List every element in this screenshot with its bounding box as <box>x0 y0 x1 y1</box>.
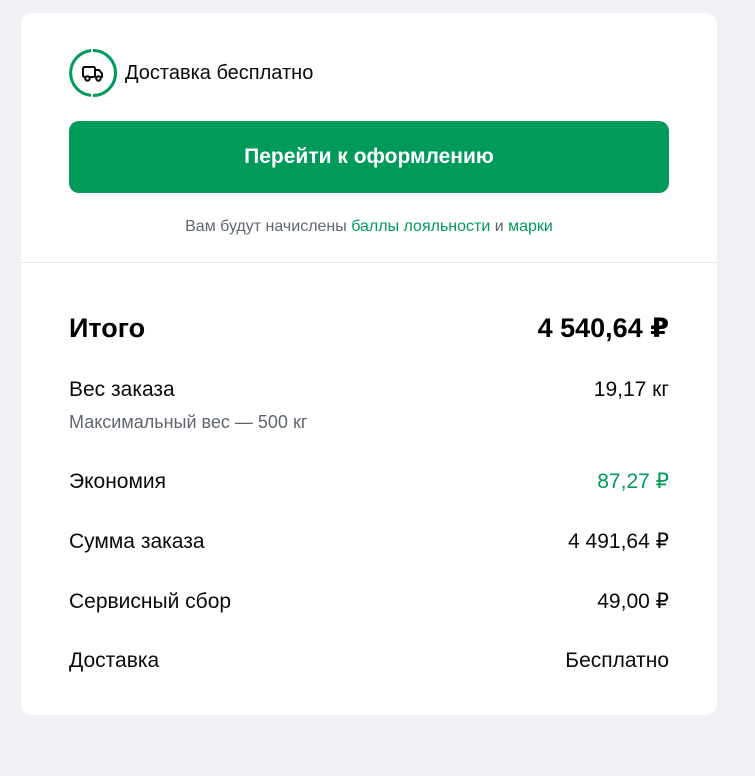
delivery-status-label: Доставка бесплатно <box>125 61 314 84</box>
total-row: Итого 4 540,64 ₽ <box>69 313 669 344</box>
shipping-row: Доставка Бесплатно <box>69 649 669 673</box>
max-weight-hint: Максимальный вес — 500 кг <box>69 412 308 432</box>
service-fee-label: Сервисный сбор <box>69 590 232 613</box>
order-sum-value: 4 491,64 ₽ <box>568 530 669 553</box>
shipping-value: Бесплатно <box>565 649 669 672</box>
bonus-note-prefix: Вам будут начислены <box>185 218 347 235</box>
divider <box>21 262 717 263</box>
bonus-note-conjunction: и <box>494 218 504 235</box>
weight-label: Вес заказа <box>69 378 175 401</box>
total-value: 4 540,64 ₽ <box>537 313 669 343</box>
checkout-button[interactable]: Перейти к оформлению <box>69 121 669 193</box>
order-sum-label: Сумма заказа <box>69 530 205 553</box>
service-fee-row: Сервисный сбор 49,00 ₽ <box>69 589 669 614</box>
saving-row: Экономия 87,27 ₽ <box>69 469 669 494</box>
order-summary-card: Доставка бесплатно Перейти к оформлению … <box>21 13 717 715</box>
weight-row: Вес заказа 19,17 кг <box>69 378 669 402</box>
truck-icon <box>69 49 117 97</box>
bonus-note: Вам будут начислены баллы лояльности и м… <box>21 218 717 236</box>
saving-label: Экономия <box>69 470 167 493</box>
loyalty-points-link[interactable]: баллы лояльности <box>351 218 490 235</box>
order-sum-row: Сумма заказа 4 491,64 ₽ <box>69 529 669 554</box>
free-delivery-badge: Доставка бесплатно <box>69 49 313 97</box>
shipping-label: Доставка <box>69 649 160 672</box>
weight-value: 19,17 кг <box>593 378 669 401</box>
stamps-link[interactable]: марки <box>508 218 553 235</box>
total-label: Итого <box>69 313 146 343</box>
saving-value: 87,27 ₽ <box>597 470 669 493</box>
service-fee-value: 49,00 ₽ <box>597 590 669 613</box>
